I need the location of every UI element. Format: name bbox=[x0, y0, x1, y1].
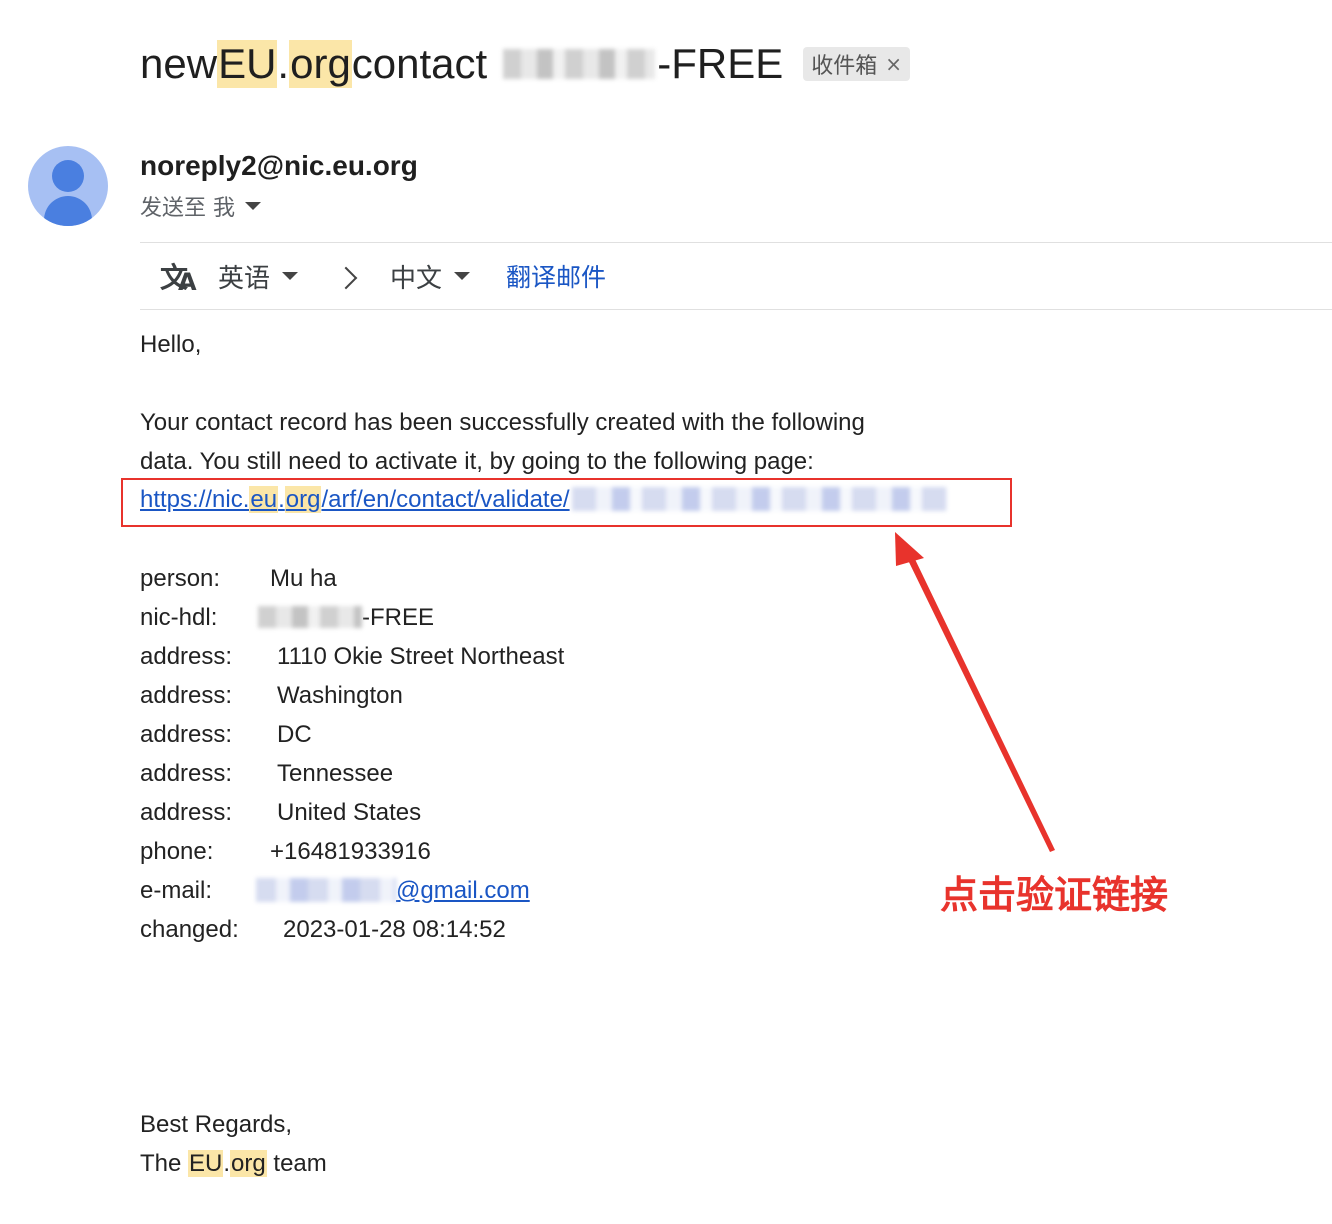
paragraph-line-1: Your contact record has been successfull… bbox=[140, 409, 865, 436]
closing-line-2: The EU.org team bbox=[140, 1150, 327, 1177]
chevron-right-icon bbox=[338, 266, 358, 286]
chevron-down-icon bbox=[454, 272, 471, 280]
target-language-select[interactable]: 中文 bbox=[390, 258, 471, 295]
annotation-highlight-box bbox=[121, 478, 1012, 527]
source-language-select[interactable]: 英语 bbox=[218, 258, 299, 295]
annotation-arrow-shaft bbox=[906, 553, 1055, 852]
closing-line-1: Best Regards, bbox=[140, 1111, 293, 1138]
field-nic-hdl: nic-hdl: -FREE bbox=[140, 604, 434, 631]
sender-email[interactable]: noreply2@nic.eu.org bbox=[140, 150, 418, 182]
annotation-arrow-head bbox=[895, 532, 924, 566]
field-address: address: 1110 Okie Street Northeast bbox=[140, 643, 565, 670]
source-language-label: 英语 bbox=[218, 263, 271, 294]
translate-email-button[interactable]: 翻译邮件 bbox=[506, 258, 606, 294]
inbox-label-text: 收件箱 bbox=[811, 54, 878, 79]
avatar-head-shape bbox=[52, 160, 84, 192]
target-language-label: 中文 bbox=[390, 263, 443, 294]
subject-text-3: contact bbox=[351, 40, 488, 87]
inbox-label-chip[interactable]: 收件箱 × bbox=[803, 47, 910, 81]
translate-bar: 文A 英语 中文 翻译邮件 bbox=[140, 242, 1332, 310]
redacted-email-user bbox=[256, 878, 396, 902]
remove-label-icon[interactable]: × bbox=[885, 52, 902, 76]
redacted-contact-id bbox=[503, 49, 656, 79]
chevron-down-icon bbox=[282, 272, 299, 280]
avatar-body-shape bbox=[44, 196, 92, 226]
field-changed: changed: 2023-01-28 08:14:52 bbox=[140, 916, 506, 943]
annotation-label: 点击验证链接 bbox=[940, 873, 1169, 917]
email-subject: new EU . org contact -FREE 收件箱 × bbox=[140, 36, 910, 92]
subject-text-1: new bbox=[140, 40, 218, 87]
email-link[interactable]: @gmail.com bbox=[396, 877, 530, 904]
field-address: address: United States bbox=[140, 799, 422, 826]
chevron-down-icon bbox=[245, 202, 261, 210]
subject-suffix: -FREE bbox=[657, 40, 784, 87]
email-view: new EU . org contact -FREE 收件箱 × noreply… bbox=[0, 0, 1332, 1224]
paragraph-line-2: data. You still need to activate it, by … bbox=[140, 448, 814, 475]
sender-avatar[interactable] bbox=[28, 146, 108, 226]
recipient-details-toggle[interactable]: 发送至 我 bbox=[140, 190, 261, 222]
field-email: e-mail: @gmail.com bbox=[140, 877, 530, 904]
recipient-label: 发送至 我 bbox=[140, 196, 235, 221]
translate-icon: 文A bbox=[160, 261, 197, 296]
subject-text-2: . bbox=[277, 40, 290, 87]
field-address: address: Tennessee bbox=[140, 760, 394, 787]
field-phone: phone: +16481933916 bbox=[140, 838, 431, 865]
field-address: address: DC bbox=[140, 721, 312, 748]
subject-highlight-org: org bbox=[289, 40, 352, 88]
field-address: address: Washington bbox=[140, 682, 403, 709]
greeting: Hello, bbox=[140, 331, 202, 358]
field-person: person: Mu ha bbox=[140, 565, 337, 592]
subject-highlight-eu: EU bbox=[217, 40, 278, 88]
redacted-nic-handle bbox=[258, 606, 362, 628]
